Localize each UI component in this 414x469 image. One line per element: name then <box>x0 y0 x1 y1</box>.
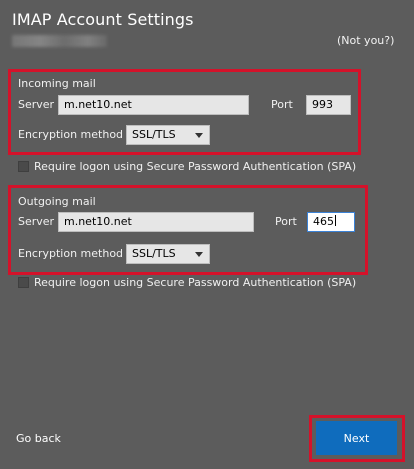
outgoing-encryption-label: Encryption method <box>18 247 124 260</box>
incoming-encryption-select[interactable]: SSL/TLS <box>126 125 210 145</box>
next-button[interactable]: Next <box>316 421 397 455</box>
outgoing-spa-checkbox[interactable] <box>18 277 29 288</box>
outgoing-spa-label: Require logon using Secure Password Auth… <box>34 276 357 289</box>
outgoing-server-input[interactable]: m.net10.net <box>58 212 254 232</box>
incoming-encryption-label: Encryption method <box>18 128 124 141</box>
text-caret <box>335 215 336 226</box>
incoming-encryption-value: SSL/TLS <box>132 128 176 141</box>
incoming-server-label: Server <box>18 98 55 111</box>
outgoing-port-label: Port <box>275 215 297 228</box>
outgoing-encryption-value: SSL/TLS <box>132 247 176 260</box>
chevron-down-icon <box>195 252 203 257</box>
outgoing-section-label: Outgoing mail <box>18 195 96 208</box>
incoming-server-input[interactable]: m.net10.net <box>58 95 249 115</box>
incoming-spa-checkbox[interactable] <box>18 161 29 172</box>
outgoing-server-label: Server <box>18 215 55 228</box>
outgoing-port-input[interactable]: 465 <box>307 212 355 232</box>
incoming-port-label: Port <box>271 98 293 111</box>
outgoing-port-value: 465 <box>313 215 334 228</box>
not-you-link[interactable]: (Not you?) <box>337 34 394 47</box>
redacted-account-email <box>12 35 107 47</box>
incoming-spa-label: Require logon using Secure Password Auth… <box>34 160 357 173</box>
page-title: IMAP Account Settings <box>12 10 194 29</box>
go-back-link[interactable]: Go back <box>16 432 61 445</box>
incoming-section-label: Incoming mail <box>18 77 96 90</box>
incoming-port-input[interactable]: 993 <box>306 95 351 115</box>
chevron-down-icon <box>195 133 203 138</box>
outgoing-encryption-select[interactable]: SSL/TLS <box>126 244 210 264</box>
